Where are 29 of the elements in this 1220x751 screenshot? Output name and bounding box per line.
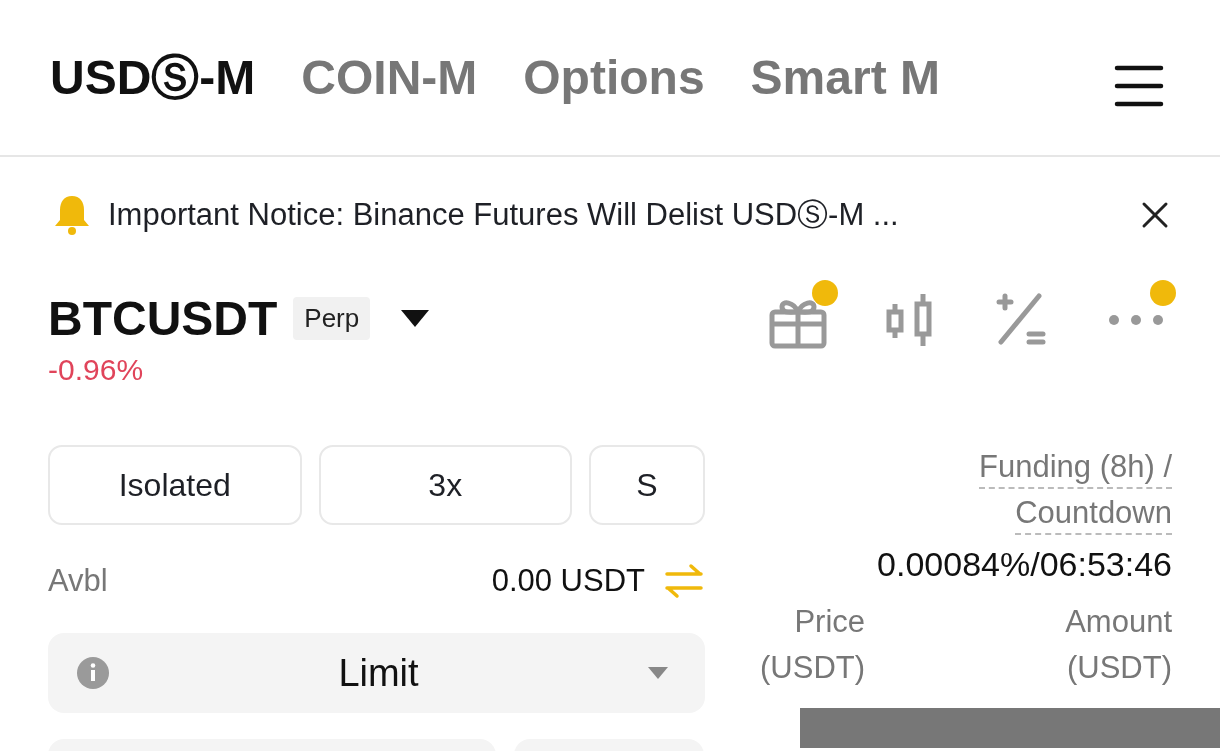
info-icon[interactable] [76, 656, 110, 690]
notification-dot [1149, 280, 1176, 306]
close-icon[interactable] [1140, 200, 1170, 230]
setting-button[interactable]: S [589, 445, 705, 525]
column-unit: (USDT) [1065, 650, 1172, 686]
tab[interactable]: Smart M [750, 45, 940, 110]
funding-value: 0.00084%/06:53:46 [876, 545, 1172, 584]
notification-dot [812, 280, 838, 306]
column-unit: (USDT) [760, 650, 866, 686]
setting-button[interactable]: 3x [318, 445, 572, 525]
available-label: Avbl [48, 563, 108, 599]
caret-icon [647, 666, 669, 680]
price-change: -0.96% [48, 353, 145, 387]
column-header: Amount [1065, 604, 1172, 640]
order-type-dropdown[interactable]: Limit [48, 633, 705, 713]
available-value: 0.00 USDT [491, 563, 645, 599]
menu-icon[interactable] [1114, 64, 1164, 108]
contract-badge: Perp [293, 296, 371, 340]
countdown-label[interactable]: Countdown [1015, 493, 1172, 535]
transfer-icon[interactable] [663, 563, 705, 599]
tab[interactable]: Options [523, 45, 705, 110]
symbol-name[interactable]: BTCUSDT [48, 290, 278, 346]
tab[interactable]: USDⓈ-M [50, 45, 256, 110]
setting-button[interactable]: Isolated [48, 445, 302, 525]
tab[interactable]: COIN-M [301, 45, 478, 110]
funding-label[interactable]: Funding (8h) / [979, 447, 1172, 489]
column-header: Price [793, 604, 866, 640]
caret-icon[interactable] [400, 308, 431, 328]
notice-text[interactable]: Important Notice: Binance Futures Will Delist USDⓈ-M ... [108, 194, 1126, 236]
